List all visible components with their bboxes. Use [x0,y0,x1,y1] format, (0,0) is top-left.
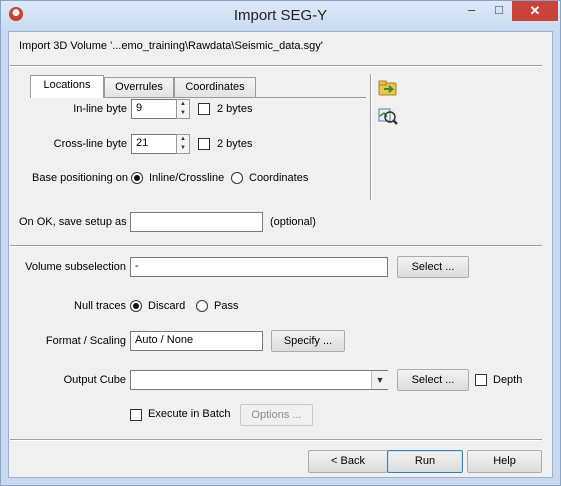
save-setup-label: On OK, save setup as [19,216,127,228]
stepper-up-icon[interactable]: ▲ [177,100,189,109]
chevron-down-icon[interactable]: ▼ [371,371,388,389]
volume-subselection-field[interactable]: - [130,257,388,277]
base-positioning-label: Base positioning on [32,172,129,184]
execute-batch-checkbox[interactable] [130,409,142,421]
crossline-2bytes-label: 2 bytes [217,138,253,150]
stepper-down-icon[interactable]: ▼ [177,144,189,153]
radio-inline-crossline[interactable] [131,172,143,184]
depth-label: Depth [493,374,523,386]
inline-byte-field[interactable]: 9 [131,99,177,119]
inline-2bytes-label: 2 bytes [217,103,253,115]
volume-select-button[interactable]: Select ... [397,256,469,278]
stepper-down-icon[interactable]: ▼ [177,109,189,118]
save-setup-hint: (optional) [270,216,316,228]
input-file-path: Import 3D Volume '...emo_training\Rawdat… [19,40,323,52]
inline-byte-label: In-line byte [73,103,127,115]
format-scaling-field[interactable]: Auto / None [130,331,263,351]
close-button[interactable]: ✕ [512,1,558,21]
magnify-scan-icon[interactable] [377,106,399,128]
divider [10,65,542,67]
radio-pass[interactable] [196,300,208,312]
radio-discard-label: Discard [148,300,186,312]
radio-inline-crossline-label: Inline/Crossline [149,172,225,184]
batch-options-button[interactable]: Options ... [240,404,313,426]
output-cube-combo[interactable] [130,370,388,390]
radio-pass-label: Pass [214,300,239,312]
tab-locations[interactable]: Locations [30,75,104,98]
crossline-byte-field[interactable]: 21 [131,134,177,154]
output-select-button[interactable]: Select ... [397,369,469,391]
save-setup-field[interactable] [130,212,263,232]
radio-coordinates-label: Coordinates [249,172,309,184]
radio-coordinates[interactable] [231,172,243,184]
help-button[interactable]: Help [467,450,542,473]
inline-byte-stepper[interactable]: ▲ ▼ [176,99,190,119]
maximize-button[interactable]: □ [486,1,512,21]
crossline-byte-label: Cross-line byte [53,138,127,150]
execute-batch-label: Execute in Batch [148,408,231,420]
divider [10,245,542,247]
folder-arrow-icon[interactable] [377,77,399,99]
tab-coordinates[interactable]: Coordinates [174,77,256,97]
null-traces-label: Null traces [74,300,126,312]
inline-2bytes-checkbox[interactable] [198,103,210,115]
format-scaling-label: Format / Scaling [45,335,126,347]
divider [10,439,542,441]
format-specify-button[interactable]: Specify ... [271,330,345,352]
crossline-2bytes-checkbox[interactable] [198,138,210,150]
minimize-button[interactable]: ‒ [458,1,485,21]
run-button[interactable]: Run [387,450,463,473]
stepper-up-icon[interactable]: ▲ [177,135,189,144]
depth-checkbox[interactable] [475,374,487,386]
output-cube-label: Output Cube [63,374,126,386]
back-button[interactable]: < Back [308,450,388,473]
radio-discard[interactable] [130,300,142,312]
tab-overrules[interactable]: Overrules [104,77,174,97]
vertical-divider [370,74,372,200]
volume-subselection-label: Volume subselection [25,261,126,273]
crossline-byte-stepper[interactable]: ▲ ▼ [176,134,190,154]
